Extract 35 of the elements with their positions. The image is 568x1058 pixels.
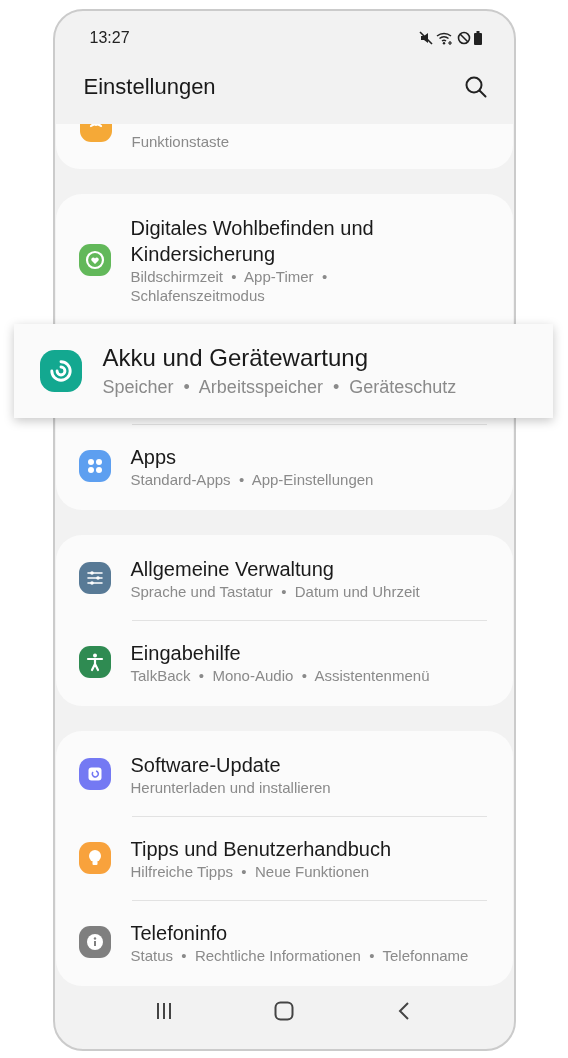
settings-item[interactable]: Apps Standard-Apps • App-Einstellungen (55, 424, 513, 508)
settings-item[interactable]: Tipps und Benutzerhandbuch Hilfreiche Tipps • Neue Funktionen (55, 816, 513, 900)
item-title: Eingabehilfe (130, 640, 242, 666)
settings-item[interactable]: Telefoninfo Status • Rechtliche Informationen • Telefonname (55, 900, 513, 984)
item-title: Apps (130, 444, 178, 470)
item-subtitle: Herunterladen und installieren (130, 777, 331, 797)
item-title: Telefoninfo (130, 920, 229, 946)
settings-item[interactable]: Allgemeine Verwaltung Sprache und Tastatur • Datum und Uhrzeit (55, 536, 513, 620)
settings-item[interactable]: Digitales Wohlbefinden und Kindersicherung Bildschirmzeit • App-Timer • Schlafenszeitmodus (55, 195, 513, 324)
blocked-icon (456, 31, 471, 45)
back-icon (397, 1001, 410, 1022)
mute-icon (418, 31, 433, 45)
page-title: Einstellungen (83, 73, 216, 102)
item-title: Akku und Gerätewartung (102, 342, 369, 373)
item-subtitle: Hilfreiche Tipps • Neue Funktionen (130, 861, 371, 881)
settings-item[interactable]: Software-Update Herunterladen und installieren (55, 732, 513, 816)
battery-icon (473, 31, 482, 45)
settings-item[interactable]: Eingabehilfe TalkBack • Mono-Audio • Assistentenmenü (55, 620, 513, 704)
item-title: Software-Update (130, 752, 282, 778)
home-icon (274, 1001, 294, 1022)
item-subtitle: Bildschirmzeit • App-Timer • Schlafenszeitmodus (130, 266, 329, 305)
search-icon (463, 74, 488, 99)
settings-item[interactable]: Akku und Gerätewartung Speicher • Arbeitsspeicher • Geräteschutz (13, 323, 553, 418)
item-title: Allgemeine Verwaltung (130, 556, 335, 582)
recent-apps-icon (155, 1002, 174, 1021)
item-subtitle: Funktionstaste (131, 131, 230, 152)
item-title: Digitales Wohlbefinden und Kindersicherung (130, 215, 375, 267)
item-subtitle: Standard-Apps • App-Einstellungen (130, 469, 374, 489)
item-subtitle: Speicher • Arbeitsspeicher • Geräteschutz (102, 375, 457, 399)
status-time: 13:27 (89, 28, 130, 48)
item-subtitle: TalkBack • Mono-Audio • Assistentenmenü (130, 665, 430, 685)
item-title: Tipps und Benutzerhandbuch (130, 836, 392, 862)
item-subtitle: Status • Rechtliche Informationen • Telefonname (130, 945, 469, 965)
wifi-icon (435, 31, 454, 45)
item-subtitle: Sprache und Tastatur • Datum und Uhrzeit (130, 581, 420, 601)
